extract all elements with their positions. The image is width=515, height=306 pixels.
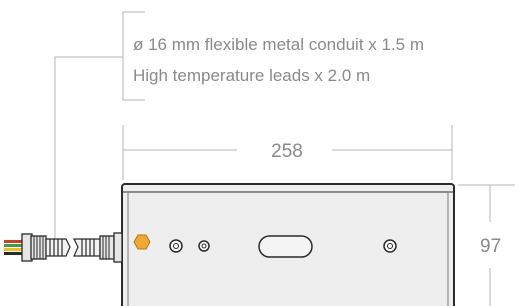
connector-icon xyxy=(21,233,47,262)
slot-icon xyxy=(258,235,313,258)
conduit-icon xyxy=(45,238,101,257)
product-drawing: ø 16 mm flexible metal conduit x 1.5 m H… xyxy=(0,0,515,306)
width-dimension-label: 258 xyxy=(271,141,303,162)
port-icon xyxy=(169,239,183,253)
annotation-line-1: ø 16 mm flexible metal conduit x 1.5 m xyxy=(133,35,424,54)
port-icon xyxy=(198,240,210,252)
port-icon xyxy=(383,239,397,253)
connector-icon xyxy=(99,232,123,263)
annotation-line-2: High temperature leads x 2.0 m xyxy=(133,66,370,85)
status-light-icon xyxy=(133,234,151,250)
drawing-canvas: ø 16 mm flexible metal conduit x 1.5 m H… xyxy=(4,11,515,306)
height-dimension-label: 97 xyxy=(480,236,501,257)
lead-wires xyxy=(4,240,24,255)
cable-assembly xyxy=(4,232,123,263)
